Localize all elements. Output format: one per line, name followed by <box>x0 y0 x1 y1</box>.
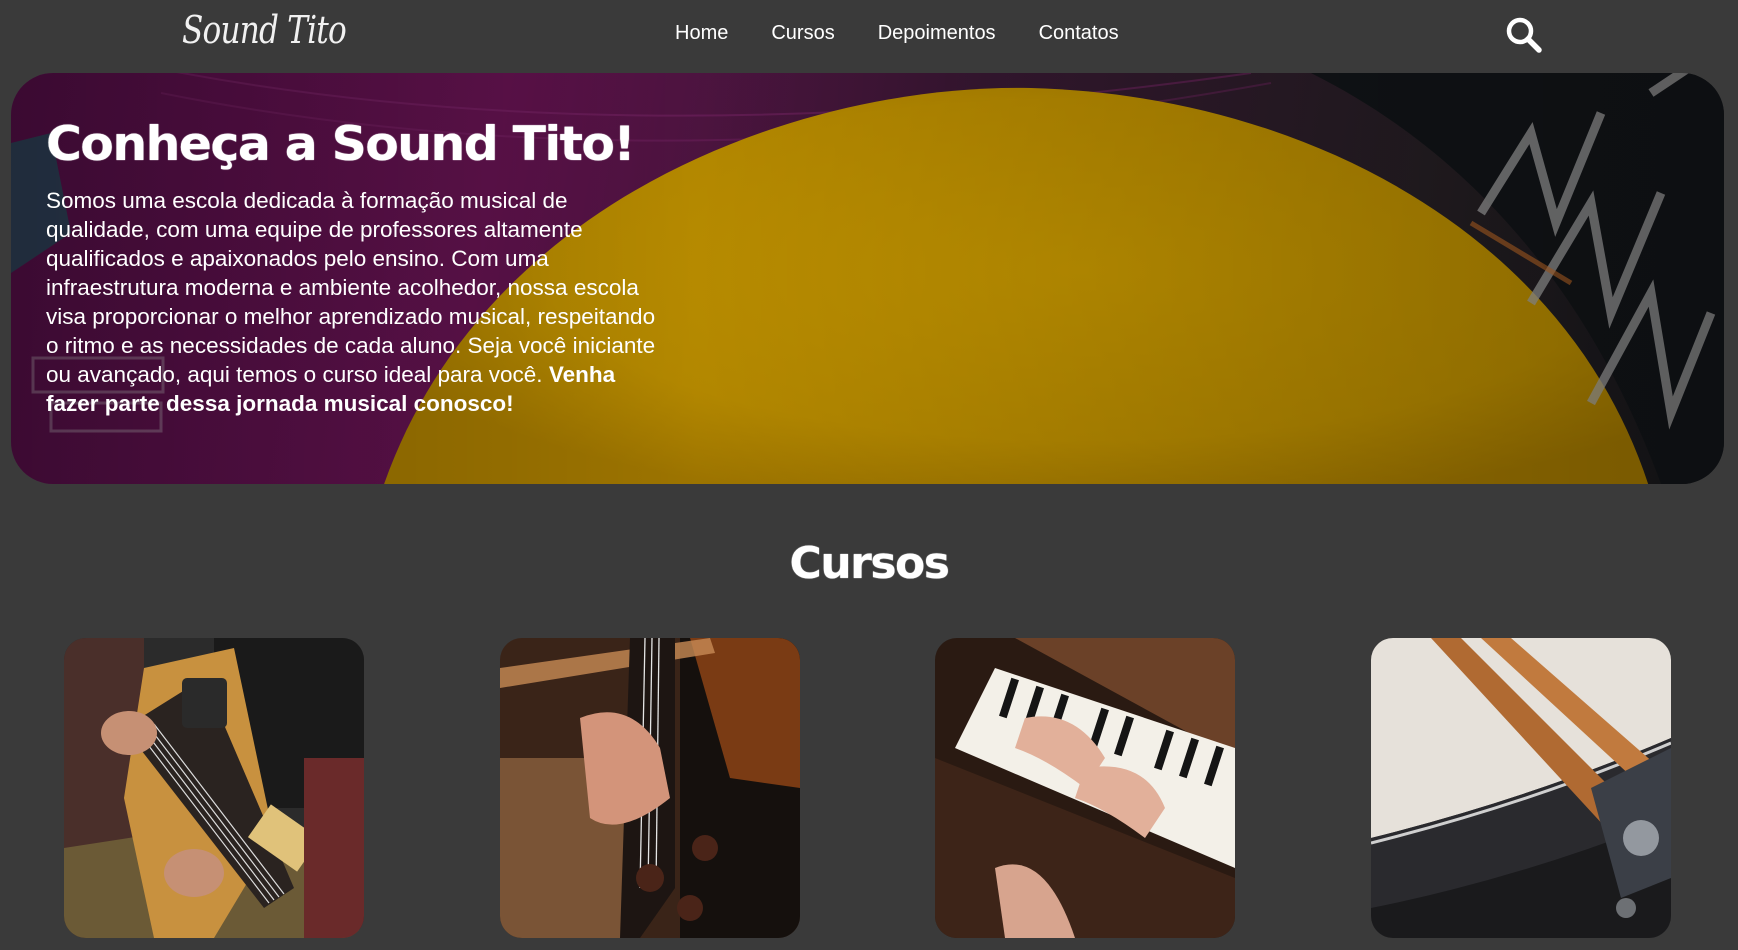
nav-link-contatos[interactable]: Contatos <box>1039 22 1119 45</box>
course-card-piano[interactable] <box>935 638 1235 938</box>
course-card-guitar[interactable] <box>64 638 364 938</box>
main-nav: Home Cursos Depoimentos Contatos <box>675 22 1119 45</box>
site-logo[interactable]: Sound Tito <box>182 8 347 52</box>
site-header: Sound Tito Home Cursos Depoimentos Conta… <box>0 0 1738 72</box>
nav-link-depoimentos[interactable]: Depoimentos <box>878 22 996 45</box>
search-button[interactable] <box>1504 15 1544 55</box>
search-icon <box>1506 17 1542 53</box>
guitar-course-image <box>64 638 364 938</box>
nav-link-home[interactable]: Home <box>675 22 728 45</box>
hero-title: Conheça a Sound Tito! <box>46 117 636 172</box>
course-card-violin[interactable] <box>500 638 800 938</box>
violin-course-image <box>500 638 800 938</box>
courses-section-title: Cursos <box>789 538 950 589</box>
hero-banner: Conheça a Sound Tito! Somos uma escola d… <box>11 73 1724 484</box>
drums-course-image <box>1371 638 1671 938</box>
hero-description-text: Somos uma escola dedicada à formação mus… <box>46 188 656 387</box>
nav-link-cursos[interactable]: Cursos <box>771 22 834 45</box>
piano-course-image <box>935 638 1235 938</box>
course-card-drums[interactable] <box>1371 638 1671 938</box>
hero-description: Somos uma escola dedicada à formação mus… <box>46 186 656 418</box>
